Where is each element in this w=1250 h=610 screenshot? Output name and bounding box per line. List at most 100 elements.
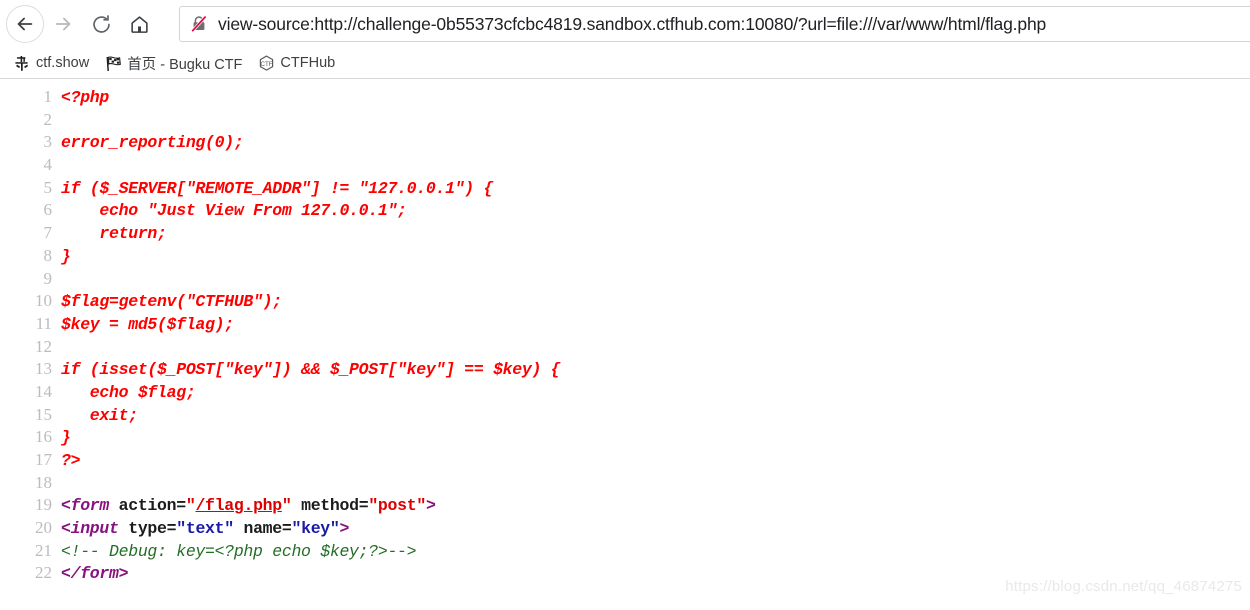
bookmark-ctfshow[interactable]: ctf.show (8, 50, 95, 76)
source-line: 20 <input type="text" name="key"> (0, 517, 1250, 540)
line-code: <input type="text" name="key"> (52, 518, 349, 541)
line-code: <form action="/flag.php" method="post"> (52, 495, 436, 518)
source-line: 17 ?> (0, 449, 1250, 472)
bookmark-label: 首页 - Bugku CTF (127, 56, 243, 73)
bookmark-label: CTFHub (280, 55, 336, 71)
line-number: 12 (35, 336, 52, 356)
source-line: 13 if (isset($_POST["key"]) && $_POST["ke… (0, 358, 1250, 381)
address-bar[interactable]: view-source:http://challenge-0b55373cfcb… (179, 6, 1250, 42)
code-token: if ($_SERVER["REMOTE_ADDR"] != "127.0.0.… (61, 178, 494, 198)
code-token: error_reporting(0); (61, 133, 244, 153)
source-line: 21 <!-- Debug: key=<?php echo $key;?>--> (0, 540, 1250, 563)
line-number: 4 (43, 155, 53, 175)
line-number: 18 (35, 472, 52, 492)
browser-toolbar: view-source:http://challenge-0b55373cfcb… (0, 0, 1250, 48)
code-token: } (61, 428, 71, 448)
source-code-listing: 1 <?php 2 3 error_reporting(0); 4 5 if ($_SER… (0, 86, 1250, 585)
code-token: <form (61, 496, 110, 516)
svg-text:CTF: CTF (261, 61, 273, 68)
line-code: ?> (52, 450, 81, 473)
source-line: 12 (0, 336, 1250, 359)
line-number: 8 (43, 245, 53, 265)
line-code: if (isset($_POST["key"]) && $_POST["key"… (52, 359, 561, 382)
line-number: 5 (43, 177, 53, 197)
code-token: ?> (61, 451, 81, 470)
source-line: 10 $flag=getenv("CTFHUB"); (0, 290, 1250, 313)
bookmark-label: ctf.show (36, 55, 90, 71)
code-token: "post" (368, 496, 426, 516)
home-icon (129, 14, 150, 35)
code-token: <?php (61, 88, 110, 107)
forward-arrow-icon (52, 13, 74, 35)
line-code: <?php (52, 87, 109, 110)
back-button[interactable] (6, 5, 44, 43)
code-token: $flag=getenv("CTFHUB"); (61, 292, 282, 312)
code-token: name= (233, 519, 292, 539)
code-token: method= (291, 496, 369, 516)
source-link[interactable]: /flag.php (195, 496, 282, 515)
line-code: </form> (52, 563, 129, 586)
bookmark-bugku-ctf[interactable]: 首页 - Bugku CTF (99, 50, 248, 76)
source-line: 3 error_reporting(0); (0, 131, 1250, 154)
source-line: 11 $key = md5($flag); (0, 313, 1250, 336)
ctfshow-favicon (14, 55, 31, 72)
code-token: return; (61, 224, 167, 244)
code-token: > (425, 496, 436, 516)
line-number: 1 (43, 87, 53, 106)
home-button[interactable] (120, 5, 158, 43)
source-line: 4 (0, 154, 1250, 177)
checkered-flag-favicon (105, 55, 122, 72)
code-token: </form> (61, 564, 129, 584)
forward-button[interactable] (44, 5, 82, 43)
line-code: echo "Just View From 127.0.0.1"; (52, 200, 407, 223)
bookmark-ctfhub[interactable]: CTF CTFHub (252, 50, 341, 76)
code-token: } (61, 246, 71, 266)
lock-not-secure-icon[interactable] (189, 14, 209, 34)
back-arrow-icon (14, 13, 36, 35)
source-line: 16} (0, 426, 1250, 449)
line-number: 15 (35, 404, 52, 424)
source-line: 7 return; (0, 222, 1250, 245)
code-token: exit; (61, 405, 138, 425)
code-token: <input (61, 519, 119, 539)
code-token: if (isset($_POST["key"]) && $_POST["key"… (61, 360, 561, 380)
line-code: } (52, 246, 71, 269)
ctfhub-favicon: CTF (258, 54, 275, 72)
source-line: 15 exit; (0, 404, 1250, 427)
watermark: https://blog.csdn.net/qq_46874275 (1005, 578, 1242, 595)
line-code: error_reporting(0); (52, 132, 244, 155)
line-number: 13 (35, 359, 52, 379)
line-number: 20 (35, 518, 52, 538)
code-token: "key" (291, 519, 340, 539)
source-line: 8} (0, 245, 1250, 268)
line-number: 10 (35, 291, 52, 311)
code-token: "text" (176, 519, 234, 539)
code-token: echo $flag; (61, 382, 196, 402)
line-code: echo $flag; (52, 382, 196, 405)
reload-button[interactable] (82, 5, 120, 43)
line-number: 7 (43, 223, 53, 243)
reload-icon (91, 14, 112, 35)
source-line: 18 (0, 472, 1250, 495)
code-token: " (185, 496, 196, 516)
code-token: <!-- Debug: key=<?php echo $key;?>--> (61, 541, 417, 561)
source-line: 5 if ($_SERVER["REMOTE_ADDR"] != "127.0.0… (0, 177, 1250, 200)
line-number: 21 (35, 540, 52, 560)
source-line: 14 echo $flag; (0, 381, 1250, 404)
line-code: return; (52, 223, 167, 246)
line-code: if ($_SERVER["REMOTE_ADDR"] != "127.0.0.… (52, 178, 493, 201)
line-code: exit; (52, 405, 138, 428)
source-line: 19 <form action="/flag.php" method="post"… (0, 494, 1250, 517)
line-number: 16 (35, 427, 52, 447)
code-token: action= (109, 496, 187, 516)
line-number: 3 (43, 132, 53, 152)
line-number: 6 (43, 200, 53, 220)
address-bar-url[interactable]: view-source:http://challenge-0b55373cfcb… (218, 14, 1046, 35)
line-number: 17 (35, 450, 52, 469)
line-code: } (52, 427, 71, 450)
